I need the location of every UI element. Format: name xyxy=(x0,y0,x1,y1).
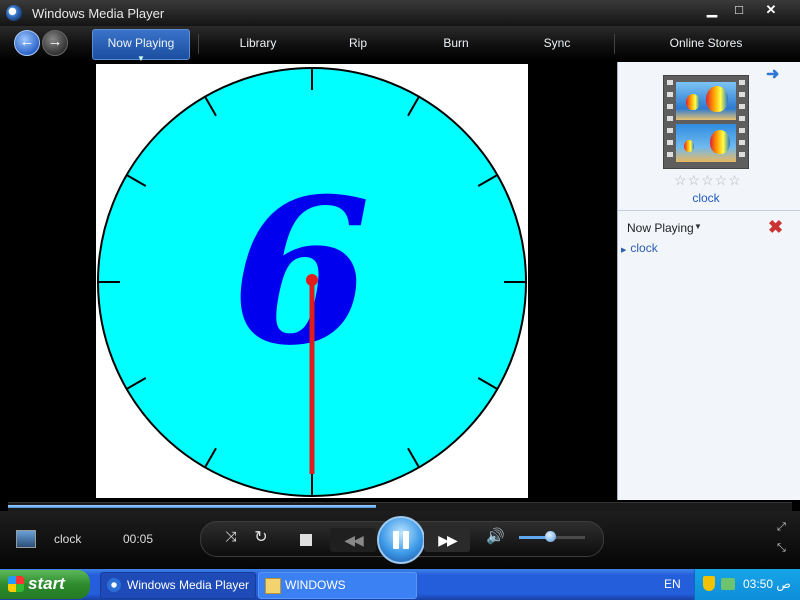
repeat-button[interactable]: ↻ xyxy=(252,527,270,547)
now-playing-list-label[interactable]: Now Playing xyxy=(627,221,694,235)
panel-divider xyxy=(618,210,800,211)
forward-arrow-icon: → xyxy=(47,33,63,50)
close-button[interactable]: ✕ xyxy=(756,1,786,21)
clock-visualization: 6 xyxy=(97,67,527,497)
system-tray: 03:50 ص xyxy=(694,569,800,600)
minimize-button[interactable]: ▁ xyxy=(699,1,725,21)
language-indicator[interactable]: EN xyxy=(664,577,681,591)
video-thumbnail-icon xyxy=(16,530,36,548)
control-bar: clock 00:05 ⤨ ↻ ◀◀ ▶▶ 🔊 ⤢ ⤡ xyxy=(0,511,800,569)
volume-icon[interactable]: 🔊 xyxy=(486,527,505,545)
clear-list-icon[interactable]: ✖ xyxy=(768,217,783,238)
taskbar-button-label: WINDOWS xyxy=(285,578,346,592)
tab-burn[interactable]: Burn xyxy=(416,29,496,58)
seek-bar[interactable] xyxy=(8,502,792,511)
maximize-button[interactable]: □ xyxy=(726,1,752,21)
back-arrow-icon: ← xyxy=(19,33,35,50)
media-player-icon xyxy=(6,5,22,21)
balloon-image xyxy=(676,124,736,162)
volume-slider-thumb[interactable] xyxy=(545,531,556,542)
previous-button[interactable]: ◀◀ xyxy=(330,528,376,552)
tab-divider xyxy=(614,34,615,54)
fullscreen-icon[interactable]: ⤢ xyxy=(777,521,786,534)
tab-library[interactable]: Library xyxy=(214,29,302,58)
now-playing-panel: ➜ ☆☆☆☆☆ clock Now Playing ▼ ✖ ▶ clock xyxy=(617,62,800,500)
system-clock[interactable]: 03:50 ص xyxy=(743,577,791,591)
play-indicator-icon: ▶ xyxy=(621,247,627,254)
navigation-bar: ← → Now Playing ▼ Library Rip Burn Sync … xyxy=(0,26,800,63)
album-art[interactable] xyxy=(663,75,749,169)
star-rating[interactable]: ☆☆☆☆☆ xyxy=(674,172,742,189)
folder-icon xyxy=(265,578,281,594)
elapsed-time: 00:05 xyxy=(123,532,154,546)
video-frame[interactable]: 6 xyxy=(96,64,528,498)
start-label: start xyxy=(28,574,65,593)
network-icon[interactable] xyxy=(721,578,735,590)
windows-logo-icon xyxy=(8,576,24,592)
balloon-image xyxy=(676,82,736,120)
shield-icon[interactable] xyxy=(703,576,715,591)
clock-number: 6 xyxy=(231,155,370,390)
now-playing-title: clock xyxy=(54,532,82,546)
stop-button[interactable] xyxy=(300,534,312,546)
taskbar-button-label: Windows Media Player xyxy=(127,578,250,592)
media-player-icon xyxy=(107,578,121,592)
tab-divider xyxy=(198,34,199,54)
back-button[interactable]: ← xyxy=(14,30,40,56)
shuffle-button[interactable]: ⤨ xyxy=(222,528,240,545)
next-button[interactable]: ▶▶ xyxy=(424,528,470,552)
pause-icon xyxy=(393,531,399,549)
playlist-item-label: clock xyxy=(630,241,658,255)
pause-button[interactable] xyxy=(377,516,425,564)
title-bar: Windows Media Player ▁ □ ✕ xyxy=(0,0,800,27)
taskbar-button-folder[interactable]: WINDOWS xyxy=(258,572,417,599)
seek-progress xyxy=(8,505,377,508)
forward-button[interactable]: → xyxy=(42,30,68,56)
album-caption[interactable]: clock xyxy=(618,191,794,205)
tab-rip[interactable]: Rip xyxy=(318,29,398,58)
start-button[interactable]: start xyxy=(0,570,90,599)
tab-now-playing[interactable]: Now Playing ▼ xyxy=(92,29,190,63)
compact-mode-icon[interactable]: ⤡ xyxy=(777,542,786,555)
playlist-item[interactable]: ▶ clock xyxy=(621,241,658,255)
arrow-right-icon[interactable]: ➜ xyxy=(766,64,779,84)
taskbar-button-media-player[interactable]: Windows Media Player xyxy=(100,572,256,599)
chevron-down-icon[interactable]: ▼ xyxy=(694,222,702,231)
tab-online-stores[interactable]: Online Stores xyxy=(616,29,796,58)
pause-icon xyxy=(403,531,409,549)
tab-sync[interactable]: Sync xyxy=(517,29,597,58)
clock-hand-hub xyxy=(306,274,318,286)
window-title: Windows Media Player xyxy=(32,6,165,21)
